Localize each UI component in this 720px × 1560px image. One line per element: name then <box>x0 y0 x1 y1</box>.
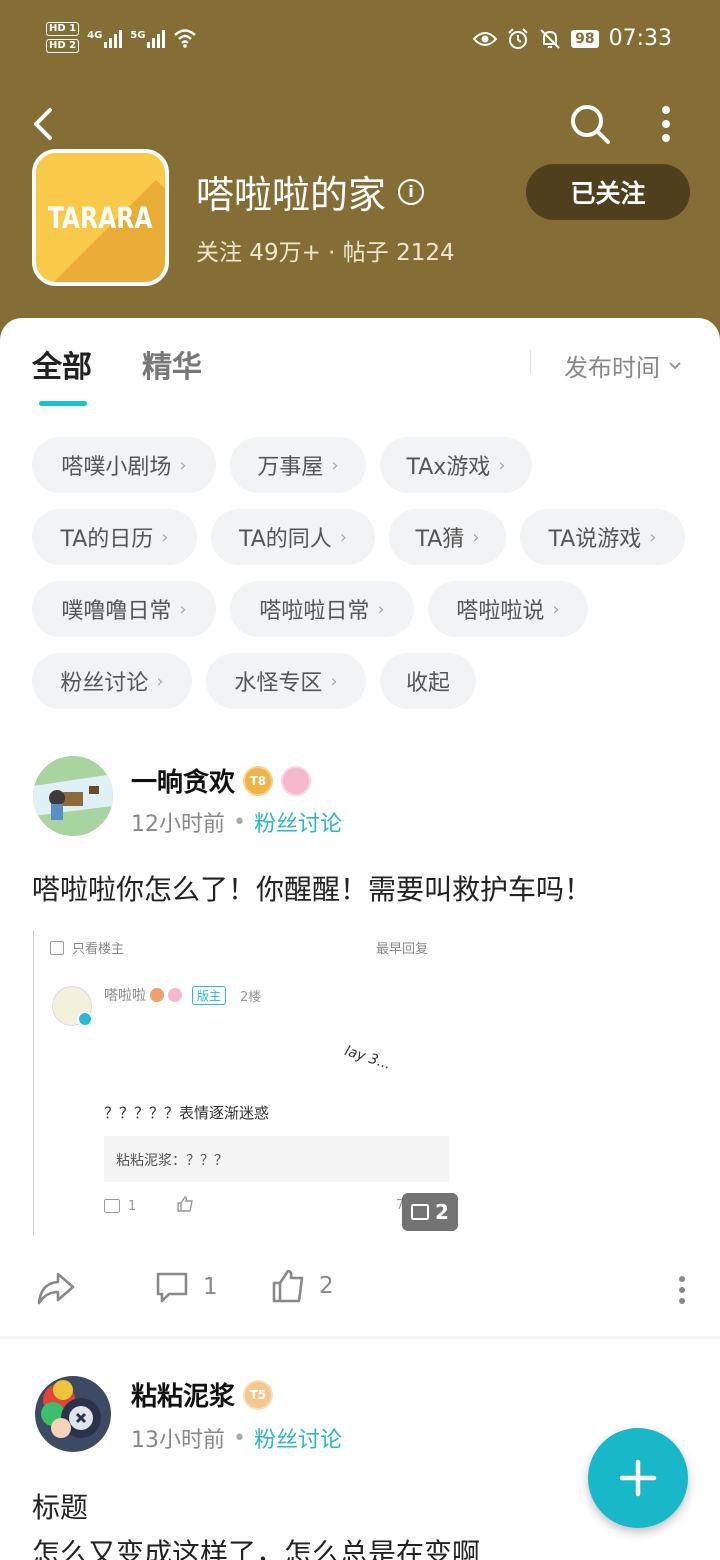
image-icon <box>411 1204 430 1220</box>
status-bar: HD 1 HD 2 4G 5G 98 07:33 <box>0 0 720 80</box>
post-category-link[interactable]: 粉丝讨论 <box>254 1422 342 1454</box>
post-title: 标题 <box>32 1491 89 1524</box>
checkbox-icon <box>50 940 64 955</box>
post-text: 嗒啦啦你怎么了！你醒醒！需要叫救护车吗！ <box>32 873 593 906</box>
forum-title: 嗒啦啦的家 <box>196 173 387 217</box>
share-icon <box>37 1272 75 1305</box>
chevron-right-icon: › <box>552 598 560 620</box>
like-icon <box>176 1196 194 1216</box>
doodle-sticker: lay 3... <box>342 1043 393 1073</box>
chevron-right-icon: › <box>330 670 338 692</box>
category-chip[interactable]: 粉丝讨论 › <box>32 653 192 709</box>
chevron-right-icon: › <box>156 670 164 692</box>
divider <box>530 350 531 374</box>
post-more-button[interactable] <box>670 1273 694 1307</box>
level-badge: T8 <box>243 765 274 796</box>
chevron-right-icon: › <box>161 526 169 548</box>
sort-dropdown[interactable]: 发布时间 <box>564 348 682 383</box>
chevron-right-icon: › <box>377 598 385 620</box>
like-count: 2 <box>319 1273 334 1299</box>
category-chip[interactable]: TA的日历 › <box>32 509 197 565</box>
chevron-right-icon: › <box>649 526 657 548</box>
share-button[interactable] <box>36 1270 76 1306</box>
avatar-image <box>33 756 113 836</box>
category-chip[interactable]: 嗒啦啦日常 › <box>230 581 414 637</box>
category-chip[interactable]: TA的同人 › <box>211 509 375 565</box>
author-name[interactable]: 一晌贪欢 T8 <box>131 762 312 799</box>
comment-button[interactable]: 1 <box>155 1270 218 1304</box>
tab-featured[interactable]: 精华 <box>142 342 202 386</box>
more-vertical-icon <box>679 1276 685 1304</box>
info-icon[interactable]: i <box>398 178 425 205</box>
comment-icon <box>104 1199 120 1213</box>
chevron-right-icon: › <box>179 598 187 620</box>
post-time: 12小时前 <box>131 812 225 837</box>
category-chip[interactable]: TAx游戏 › <box>380 437 532 493</box>
hd1-indicator: HD 1 <box>46 22 80 36</box>
post-divider <box>0 1336 720 1339</box>
avatar-image <box>35 1376 111 1452</box>
battery-indicator: 98 <box>571 29 599 48</box>
chevron-down-icon <box>669 361 681 369</box>
search-icon <box>571 105 610 144</box>
follow-button[interactable]: 已关注 <box>526 164 690 220</box>
category-chip[interactable]: TA猜 › <box>389 509 506 565</box>
more-options-button[interactable] <box>652 104 680 144</box>
sort-label: 发布时间 <box>564 354 660 382</box>
category-chip[interactable]: 万事屋 › <box>230 437 366 493</box>
hd2-indicator: HD 2 <box>46 39 80 53</box>
alarm-icon <box>508 27 528 49</box>
post-category-link[interactable]: 粉丝讨论 <box>254 806 342 838</box>
post-card[interactable]: 一晌贪欢 T8 12小时前 • 粉丝讨论 嗒啦啦你怎么了！你醒醒！需要叫救护车吗… <box>0 740 720 1336</box>
chevron-right-icon: › <box>498 454 506 476</box>
post-meta: 12小时前 • 粉丝讨论 <box>131 806 342 838</box>
more-vertical-icon <box>662 106 670 142</box>
forum-header: HD 1 HD 2 4G 5G 98 07:33 TARARA 嗒啦啦的家 i … <box>0 0 720 340</box>
search-button[interactable] <box>568 102 612 146</box>
tab-all[interactable]: 全部 <box>32 342 92 386</box>
clock: 07:33 <box>608 26 672 51</box>
create-post-button[interactable] <box>588 1428 688 1528</box>
forum-logo: TARARA <box>32 149 169 286</box>
comment-icon <box>156 1272 188 1303</box>
thumbs-up-icon <box>272 1269 304 1303</box>
avatar[interactable] <box>33 1374 113 1454</box>
status-left: HD 1 HD 2 4G 5G <box>46 22 197 53</box>
level-badge: T5 <box>243 1379 274 1410</box>
post-image[interactable]: 只看楼主 最早回复 嗒啦啦 版主 2楼 lay 3... ？？？？？表情逐渐迷惑… <box>33 930 460 1236</box>
active-tab-indicator <box>39 401 87 406</box>
category-chip[interactable]: 嗒噗小剧场 › <box>32 437 216 493</box>
chevron-right-icon: › <box>339 526 347 548</box>
comment-count: 1 <box>203 1274 218 1300</box>
collapse-chips-button[interactable]: 收起 <box>380 653 476 709</box>
plus-icon <box>619 1459 657 1497</box>
category-chip[interactable]: 嗒啦啦说 › <box>428 581 588 637</box>
screenshot-avatar <box>52 986 93 1027</box>
mute-bell-icon <box>540 28 560 49</box>
category-chip[interactable]: TA说游戏 › <box>520 509 685 565</box>
title-row: 嗒啦啦的家 i <box>196 164 425 219</box>
post-meta: 13小时前 • 粉丝讨论 <box>131 1422 342 1454</box>
image-count-badge[interactable]: 2 <box>402 1193 458 1231</box>
chevron-right-icon: › <box>472 526 480 548</box>
forum-stats: 关注 49万+ · 帖子 2124 <box>196 240 455 266</box>
status-right: 98 07:33 <box>473 26 672 51</box>
category-chip[interactable]: 噗噜噜日常 › <box>32 581 216 637</box>
fan-badge-icon <box>281 765 312 796</box>
avatar[interactable] <box>33 756 113 836</box>
post-text: 怎么又变成这样了，怎么总是在变啊 <box>32 1537 481 1560</box>
back-button[interactable] <box>30 106 60 142</box>
chevron-right-icon: › <box>331 454 339 476</box>
category-chip[interactable]: 水怪专区 › <box>206 653 366 709</box>
post-time: 13小时前 <box>131 1428 225 1453</box>
signal-5g-icon: 5G <box>130 28 166 48</box>
wifi-icon <box>174 28 197 48</box>
back-arrow-icon <box>34 108 52 140</box>
author-name[interactable]: 粘粘泥浆 T5 <box>131 1376 274 1413</box>
like-button[interactable]: 2 <box>271 1268 334 1304</box>
chevron-right-icon: › <box>179 454 187 476</box>
signal-4g-icon: 4G <box>87 28 123 48</box>
eye-icon <box>473 31 498 46</box>
